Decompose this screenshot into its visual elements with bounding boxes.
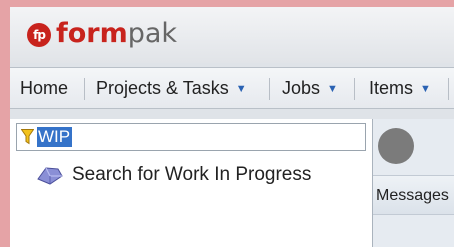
nav-item-items-label: Items: [369, 78, 414, 98]
search-query-icon: [37, 167, 63, 185]
nav-divider: [269, 78, 270, 100]
brand-wordmark: formpak: [56, 18, 177, 50]
nav-item-home[interactable]: Home: [20, 77, 68, 99]
avatar[interactable]: [378, 128, 414, 164]
nav-divider: [84, 78, 85, 100]
main-nav: Home Projects & Tasks ▼ Jobs ▼ Items ▼: [10, 67, 454, 109]
nav-item-home-label: Home: [20, 78, 69, 98]
messages-tab[interactable]: Messages: [373, 175, 454, 215]
nav-divider: [354, 78, 355, 100]
chevron-down-icon: ▼: [327, 83, 338, 95]
messages-tab-label: Messages: [376, 187, 449, 204]
brand-name-part2: pak: [127, 18, 178, 49]
search-tree-panel: WIP Search for Work In Progress: [10, 119, 373, 247]
nav-item-items[interactable]: Items ▼: [369, 77, 431, 100]
nav-item-jobs[interactable]: Jobs ▼: [282, 77, 338, 100]
nav-item-jobs-label: Jobs: [282, 78, 321, 98]
app-window: fp formpak Home Projects & Tasks ▼ Jobs ▼ …: [10, 7, 454, 247]
brand-logo-icon: fp: [27, 23, 51, 47]
filter-input[interactable]: WIP: [16, 123, 366, 151]
filter-funnel-icon: [21, 129, 34, 145]
chevron-down-icon: ▼: [420, 83, 431, 95]
brand-name-part1: form: [56, 18, 128, 49]
nav-item-projects-tasks-label: Projects & Tasks: [96, 78, 229, 98]
header-logo-bar: fp formpak: [10, 7, 454, 63]
right-panel: Messages: [373, 119, 454, 247]
nav-divider: [448, 78, 449, 100]
nav-item-projects-tasks[interactable]: Projects & Tasks ▼: [96, 77, 247, 100]
tree-item-label: Search for Work In Progress: [72, 164, 312, 185]
chevron-down-icon: ▼: [235, 83, 247, 95]
filter-input-value: WIP: [37, 127, 73, 147]
